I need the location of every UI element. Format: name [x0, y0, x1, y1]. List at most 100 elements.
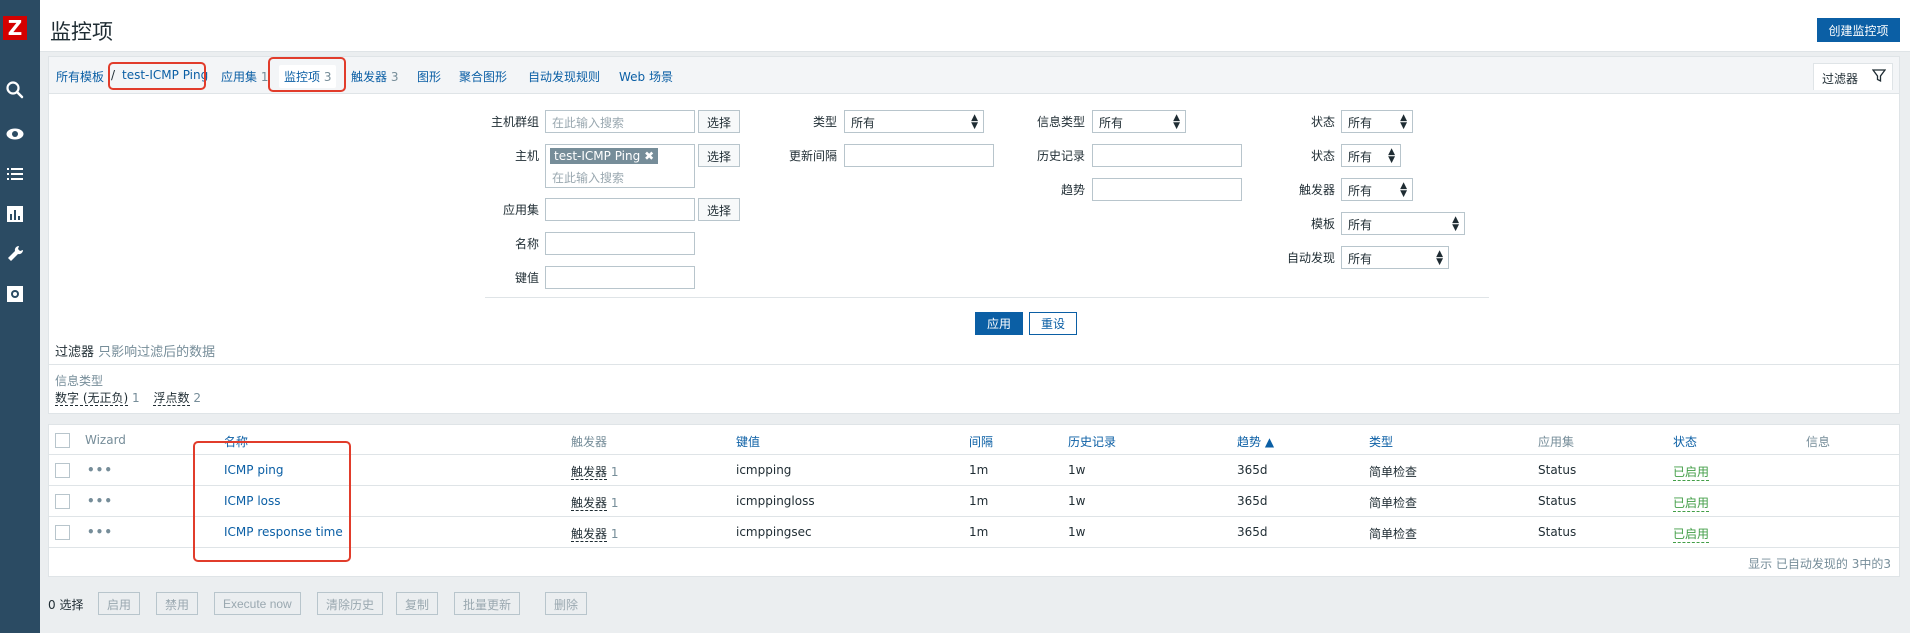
- row-checkbox[interactable]: [55, 463, 70, 478]
- interval-input[interactable]: [844, 144, 994, 167]
- nav-applications[interactable]: 应用集 1: [221, 68, 268, 85]
- subfilter-title: 过滤器: [55, 345, 95, 360]
- item-triggers-link[interactable]: 触发器 1: [571, 494, 618, 511]
- nav-triggers[interactable]: 触发器 3: [351, 68, 398, 85]
- item-trends: 365d: [1237, 525, 1268, 539]
- nav-all-templates[interactable]: 所有模板: [56, 68, 104, 85]
- status-value: 所有: [1348, 116, 1373, 130]
- filter-tab[interactable]: 过滤器: [1813, 63, 1893, 90]
- administration-icon[interactable]: [5, 284, 25, 304]
- name-label: 名称: [514, 237, 539, 251]
- header-type[interactable]: 类型: [1369, 433, 1393, 450]
- disable-button[interactable]: 禁用: [156, 592, 199, 615]
- host-label: 主机: [514, 149, 539, 163]
- interval-label: 更新间隔: [788, 149, 837, 163]
- status-label: 状态: [1310, 115, 1335, 129]
- remove-tag-icon[interactable]: ✖: [644, 149, 654, 163]
- enable-button[interactable]: 启用: [98, 592, 141, 615]
- item-key: icmppingsec: [736, 525, 812, 539]
- clear-history-button[interactable]: 清除历史: [317, 592, 384, 615]
- discovery-select[interactable]: 所有 ▲ ▼: [1341, 246, 1449, 269]
- apply-button[interactable]: 应用: [975, 312, 1023, 335]
- select-all-checkbox[interactable]: [55, 433, 70, 448]
- state-select[interactable]: 所有 ▲ ▼: [1341, 144, 1401, 167]
- row-checkbox[interactable]: [55, 494, 70, 509]
- zabbix-logo[interactable]: Z: [3, 16, 27, 40]
- template-label: 模板: [1310, 217, 1335, 231]
- list-icon[interactable]: [5, 164, 25, 184]
- discovery-label: 自动发现: [1286, 251, 1335, 265]
- header-history[interactable]: 历史记录: [1068, 433, 1116, 450]
- nav-discovery-rules[interactable]: 自动发现规则: [528, 68, 600, 85]
- info-type-value: 所有: [1099, 116, 1124, 130]
- subfilter-unsigned[interactable]: 数字 (无正负): [55, 391, 129, 406]
- item-type: 简单检查: [1369, 465, 1418, 479]
- reset-button[interactable]: 重设: [1029, 312, 1077, 335]
- sidebar: Z: [0, 0, 40, 633]
- header-key[interactable]: 键值: [736, 433, 760, 450]
- wizard-menu-icon[interactable]: •••: [87, 463, 113, 477]
- item-status-toggle[interactable]: 已启用: [1673, 463, 1710, 481]
- nav-screens[interactable]: 聚合图形: [459, 68, 507, 85]
- page-title: 监控项: [50, 20, 113, 44]
- header-wizard: Wizard: [85, 433, 126, 447]
- copy-button[interactable]: 复制: [396, 592, 439, 615]
- template-value: 所有: [1348, 218, 1373, 232]
- triggers-filter-label: 触发器: [1298, 183, 1335, 197]
- host-search-placeholder[interactable]: 在此输入搜索: [552, 169, 624, 186]
- header-interval[interactable]: 间隔: [969, 433, 993, 450]
- wizard-menu-icon[interactable]: •••: [87, 525, 113, 539]
- wrench-icon[interactable]: [5, 244, 25, 264]
- item-interval: 1m: [969, 525, 989, 539]
- host-group-select-button[interactable]: 选择: [698, 110, 741, 133]
- select-caret-icon: ▲ ▼: [1400, 113, 1407, 131]
- filter-tab-label: 过滤器: [1822, 72, 1859, 86]
- key-input[interactable]: [545, 266, 695, 289]
- mass-update-button[interactable]: 批量更新: [454, 592, 521, 615]
- subfilter-float[interactable]: 浮点数: [153, 391, 190, 406]
- search-icon[interactable]: [5, 80, 25, 100]
- host-select-button[interactable]: 选择: [698, 144, 741, 167]
- host-group-label: 主机群组: [490, 115, 539, 129]
- nav-triggers-count: 3: [390, 70, 399, 84]
- item-history: 1w: [1068, 525, 1086, 539]
- table-paging-info: 显示 已自动发现的 3中的3: [1748, 557, 1891, 571]
- nav-graphs[interactable]: 图形: [417, 68, 441, 85]
- row-checkbox[interactable]: [55, 525, 70, 540]
- create-item-button[interactable]: 创建监控项: [1817, 18, 1900, 42]
- item-interval: 1m: [969, 494, 989, 508]
- history-input[interactable]: [1092, 144, 1242, 167]
- info-type-select[interactable]: 所有 ▲ ▼: [1092, 110, 1186, 133]
- application-input[interactable]: [545, 198, 695, 221]
- delete-button[interactable]: 删除: [545, 592, 588, 615]
- name-input[interactable]: [545, 232, 695, 255]
- wizard-menu-icon[interactable]: •••: [87, 494, 113, 508]
- subfilter-note: 只影响过滤后的数据: [98, 345, 216, 360]
- application-select-button[interactable]: 选择: [698, 198, 741, 221]
- select-caret-icon: ▲ ▼: [1173, 113, 1180, 131]
- host-tag[interactable]: test-ICMP Ping ✖: [550, 148, 659, 164]
- header-status[interactable]: 状态: [1673, 433, 1697, 450]
- reports-icon[interactable]: [5, 204, 25, 224]
- item-key: icmpping: [736, 463, 792, 477]
- execute-now-button[interactable]: Execute now: [214, 592, 301, 615]
- status-select[interactable]: 所有 ▲ ▼: [1341, 110, 1413, 133]
- nav-web-scenarios[interactable]: Web 场景: [619, 68, 673, 85]
- triggers-select[interactable]: 所有 ▲ ▼: [1341, 178, 1413, 201]
- eye-icon[interactable]: [5, 124, 25, 144]
- host-group-input[interactable]: 在此输入搜索: [545, 110, 695, 133]
- type-select[interactable]: 所有 ▲ ▼: [844, 110, 984, 133]
- item-type: 简单检查: [1369, 527, 1418, 541]
- template-select[interactable]: 所有 ▲ ▼: [1341, 212, 1465, 235]
- item-triggers-link[interactable]: 触发器 1: [571, 463, 618, 480]
- key-label: 键值: [514, 271, 539, 285]
- host-multiselect[interactable]: test-ICMP Ping ✖ 在此输入搜索: [545, 144, 695, 188]
- item-triggers-link[interactable]: 触发器 1: [571, 525, 618, 542]
- trends-input[interactable]: [1092, 178, 1242, 201]
- item-application: Status: [1538, 463, 1577, 477]
- item-status-toggle[interactable]: 已启用: [1673, 494, 1710, 512]
- item-status-toggle[interactable]: 已启用: [1673, 525, 1710, 543]
- header-trends[interactable]: 趋势 ▲: [1237, 433, 1274, 450]
- item-type: 简单检查: [1369, 496, 1418, 510]
- filter-panel: 主机群组 在此输入搜索 选择 主机 test-ICMP Ping ✖ 在此输入搜…: [48, 94, 1900, 414]
